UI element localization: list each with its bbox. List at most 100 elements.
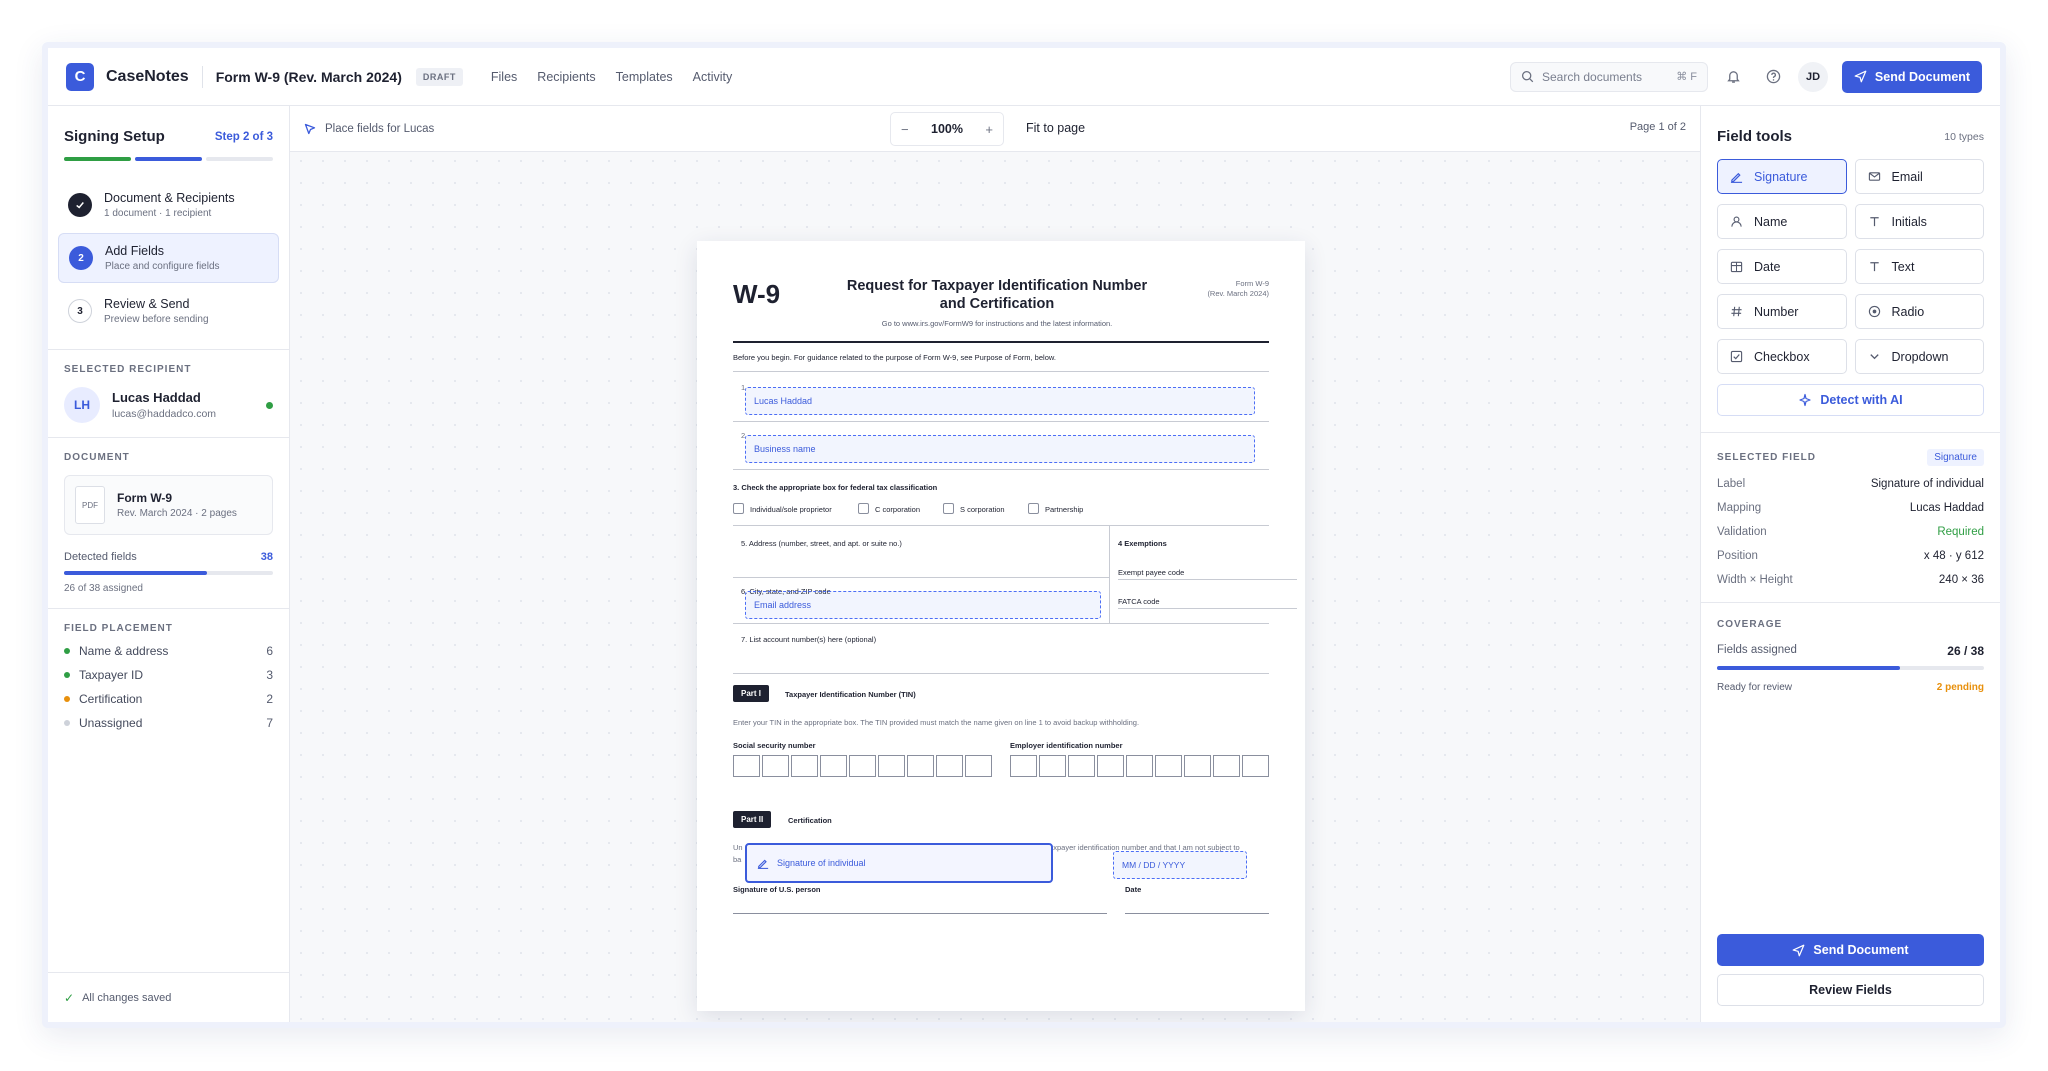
rule xyxy=(1118,608,1297,609)
recipient-card[interactable]: LH Lucas Haddad lucas@haddadco.com xyxy=(64,387,273,423)
business-name-field[interactable]: Business name xyxy=(745,435,1255,463)
prop-value: x 48 · y 612 xyxy=(1923,550,1984,562)
recipient-email: lucas@haddadco.com xyxy=(112,408,217,420)
tin-digit-box[interactable] xyxy=(1126,755,1153,777)
line7-label: 7. List account number(s) here (optional… xyxy=(741,635,877,644)
tool-name[interactable]: Name xyxy=(1717,204,1847,239)
rule xyxy=(733,525,1269,526)
save-status: ✓ All changes saved xyxy=(48,972,289,1022)
tin-digit-box[interactable] xyxy=(820,755,847,777)
zoom-out-button[interactable]: − xyxy=(901,122,909,137)
tin-digit-box[interactable] xyxy=(907,755,934,777)
tool-checkbox[interactable]: Checkbox xyxy=(1717,339,1847,374)
app-logo[interactable]: C xyxy=(66,62,94,91)
nav-files[interactable]: Files xyxy=(491,70,517,84)
prop-value: Lucas Haddad xyxy=(1909,502,1984,514)
signature-line-label: Signature of U.S. person xyxy=(733,885,821,894)
tool-email[interactable]: Email xyxy=(1854,159,1984,194)
tin-digit-box[interactable] xyxy=(1184,755,1211,777)
tin-digit-box[interactable] xyxy=(878,755,905,777)
fields-assigned-value: 26 / 38 xyxy=(1947,644,1984,658)
checkbox[interactable] xyxy=(943,503,954,514)
email-field[interactable]: Email address xyxy=(745,591,1101,619)
tool-number[interactable]: Number xyxy=(1717,294,1847,329)
form-instructions: Go to www.irs.gov/FormW9 for instruction… xyxy=(881,319,1113,328)
review-fields-button[interactable]: Review Fields xyxy=(1717,974,1984,1006)
nav-templates[interactable]: Templates xyxy=(616,70,673,84)
tool-date[interactable]: Date xyxy=(1717,249,1847,284)
user-avatar[interactable]: JD xyxy=(1798,61,1828,92)
tin-digit-box[interactable] xyxy=(965,755,992,777)
send-document-button[interactable]: Send Document xyxy=(1842,60,1982,93)
tool-label: Text xyxy=(1891,259,1915,274)
tool-label: Initials xyxy=(1891,214,1927,229)
tin-digit-box[interactable] xyxy=(936,755,963,777)
placement-row[interactable]: Certification 2 xyxy=(64,692,273,706)
before-begin-text: Before you begin. For guidance related t… xyxy=(733,353,1056,362)
tin-digit-box[interactable] xyxy=(1213,755,1240,777)
placement-row[interactable]: Unassigned 7 xyxy=(64,716,273,730)
form-code: W-9 xyxy=(733,279,781,309)
document-card[interactable]: PDF Form W-9 Rev. March 2024 · 2 pages xyxy=(64,475,273,535)
notifications-button[interactable] xyxy=(1718,62,1748,92)
date-field[interactable]: MM / DD / YYYY xyxy=(1113,851,1247,879)
checkbox[interactable] xyxy=(858,503,869,514)
prop-row[interactable]: Width × Height 240 × 36 xyxy=(1717,574,1984,602)
name-field[interactable]: Lucas Haddad xyxy=(745,387,1255,415)
tin-digit-box[interactable] xyxy=(1097,755,1124,777)
placement-row[interactable]: Taxpayer ID 3 xyxy=(64,668,273,682)
step-review-send[interactable]: 3 Review & Send Preview before sending xyxy=(58,287,279,335)
tin-digit-box[interactable] xyxy=(1242,755,1269,777)
tin-digit-box[interactable] xyxy=(1068,755,1095,777)
selected-recipient-section: SELECTED RECIPIENT LH Lucas Haddad lucas… xyxy=(48,349,289,437)
form-title-line1: Request for Taxpayer Identification Numb… xyxy=(846,278,1148,294)
zoom-in-button[interactable]: + xyxy=(985,122,993,137)
tool-label: Date xyxy=(1754,259,1781,274)
fields-assigned-row: Fields assigned 26 / 38 xyxy=(1717,644,1984,658)
signature-field[interactable]: Signature of individual xyxy=(745,843,1053,883)
send-document-button[interactable]: Send Document xyxy=(1717,934,1984,966)
tin-digit-box[interactable] xyxy=(1155,755,1182,777)
section-label: SELECTED FIELD xyxy=(1717,452,1817,463)
checkbox[interactable] xyxy=(1028,503,1039,514)
part1-badge: Part I xyxy=(733,685,770,702)
tin-digit-box[interactable] xyxy=(762,755,789,777)
checkbox[interactable] xyxy=(733,503,744,514)
rule xyxy=(733,623,1269,624)
prop-row[interactable]: Mapping Lucas Haddad xyxy=(1717,502,1984,514)
tool-text[interactable]: Text xyxy=(1854,249,1984,284)
nav-recipients[interactable]: Recipients xyxy=(537,70,595,84)
class-label: Partnership xyxy=(1045,505,1084,514)
prop-row[interactable]: Label Signature of individual xyxy=(1717,478,1984,490)
prop-row[interactable]: Validation Required xyxy=(1717,526,1984,538)
tin-digit-box[interactable] xyxy=(1039,755,1066,777)
search-input[interactable]: Search documents ⌘ F xyxy=(1510,61,1708,92)
step-label: Review & Send xyxy=(104,297,190,311)
tin-digit-box[interactable] xyxy=(1010,755,1037,777)
nav-activity[interactable]: Activity xyxy=(693,70,733,84)
tool-radio[interactable]: Radio xyxy=(1854,294,1984,329)
tin-digit-box[interactable] xyxy=(849,755,876,777)
detect-with-ai-button[interactable]: Detect with AI xyxy=(1717,384,1984,416)
tin-digit-box[interactable] xyxy=(733,755,760,777)
coverage-progress-fill xyxy=(1717,666,1900,670)
prop-value: Required xyxy=(1937,526,1984,538)
document-canvas[interactable]: Place fields for Lucas − 100% + Fit to p… xyxy=(290,106,1700,1022)
document-page[interactable]: W-9 Request for Taxpayer Identification … xyxy=(697,241,1305,1011)
step-add-fields[interactable]: 2 Add Fields Place and configure fields xyxy=(58,233,279,283)
tin-digit-box[interactable] xyxy=(791,755,818,777)
tool-signature[interactable]: Signature xyxy=(1717,159,1847,194)
radio-icon xyxy=(1868,305,1882,318)
fit-to-page-button[interactable]: Fit to page xyxy=(1026,121,1085,135)
step-sub: 1 document · 1 recipient xyxy=(104,208,212,219)
tool-initials[interactable]: Initials xyxy=(1854,204,1984,239)
placement-row[interactable]: Name & address 6 xyxy=(64,644,273,658)
step-document-recipients[interactable]: Document & Recipients 1 document · 1 rec… xyxy=(58,181,279,229)
tool-dropdown[interactable]: Dropdown xyxy=(1854,339,1984,374)
send-document-label: Send Document xyxy=(1874,69,1971,84)
cert-text-fragment: ba xyxy=(733,855,742,864)
help-button[interactable] xyxy=(1758,62,1788,92)
detected-fields-label: Detected fields xyxy=(64,551,137,563)
rule xyxy=(733,341,1269,343)
prop-row[interactable]: Position x 48 · y 612 xyxy=(1717,550,1984,562)
